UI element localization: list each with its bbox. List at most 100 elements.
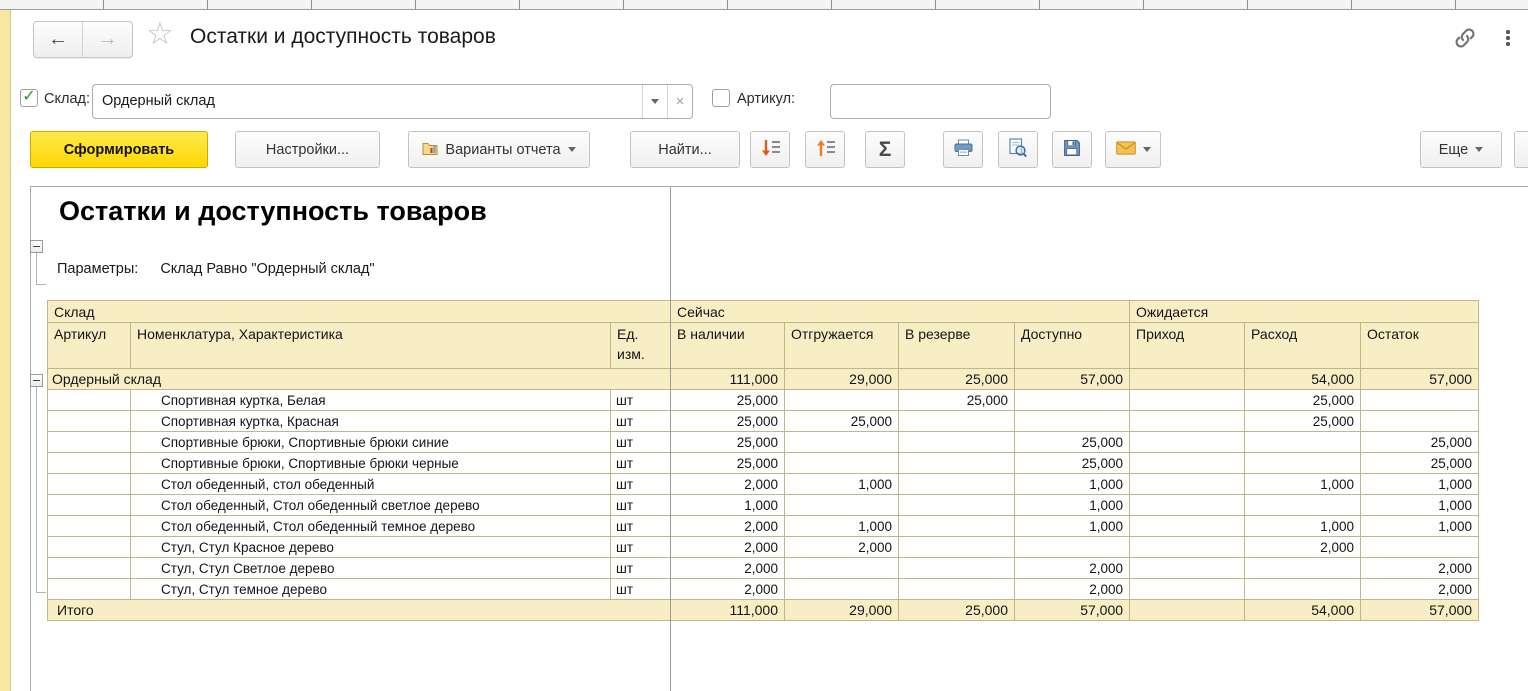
column-freeze-line[interactable] (670, 187, 671, 691)
row-7-value-3[interactable] (1015, 537, 1130, 558)
row-1-value-6[interactable] (1361, 411, 1479, 432)
row-6-value-5[interactable]: 1,000 (1245, 516, 1361, 537)
cell-article[interactable] (48, 432, 131, 453)
cell-unit[interactable]: шт (611, 432, 671, 453)
row-8-value-6[interactable]: 2,000 (1361, 558, 1479, 579)
column-header-ed-izm[interactable]: Ед. изм. (611, 323, 671, 369)
print-preview-button[interactable] (998, 131, 1038, 168)
row-4-value-1[interactable]: 1,000 (785, 474, 899, 495)
row-8-value-1[interactable] (785, 558, 899, 579)
row-9-value-6[interactable]: 2,000 (1361, 579, 1479, 600)
total-row-value-3[interactable]: 57,000 (1015, 600, 1130, 621)
group-row-value-5[interactable]: 54,000 (1245, 369, 1361, 390)
row-8-value-0[interactable]: 2,000 (671, 558, 785, 579)
get-link-icon[interactable] (1452, 25, 1478, 51)
more-menu-kebab-icon[interactable] (1504, 28, 1512, 48)
total-row-value-4[interactable] (1130, 600, 1245, 621)
cell-nomenclature[interactable]: Спортивные брюки, Спортивные брюки черны… (131, 453, 611, 474)
cell-nomenclature[interactable]: Спортивная куртка, Красная (131, 411, 611, 432)
cell-nomenclature[interactable]: Стол обеденный, Стол обеденный темное де… (131, 516, 611, 537)
cell-unit[interactable]: шт (611, 537, 671, 558)
back-button[interactable]: ← (34, 22, 83, 57)
row-7-value-0[interactable]: 2,000 (671, 537, 785, 558)
row-0-value-6[interactable] (1361, 390, 1479, 411)
row-5-value-1[interactable] (785, 495, 899, 516)
cell-unit[interactable]: шт (611, 474, 671, 495)
cell-unit[interactable]: шт (611, 516, 671, 537)
row-8-value-3[interactable]: 2,000 (1015, 558, 1130, 579)
row-4-value-2[interactable] (899, 474, 1015, 495)
more-button[interactable]: Еще (1420, 131, 1502, 168)
group-row-value-1[interactable]: 29,000 (785, 369, 899, 390)
group-collapse-button[interactable] (30, 374, 43, 387)
cell-nomenclature[interactable]: Стул, Стул Красное дерево (131, 537, 611, 558)
cell-unit[interactable]: шт (611, 495, 671, 516)
row-7-value-5[interactable]: 2,000 (1245, 537, 1361, 558)
row-0-value-0[interactable]: 25,000 (671, 390, 785, 411)
cell-article[interactable] (48, 474, 131, 495)
cell-nomenclature[interactable]: Спортивные брюки, Спортивные брюки синие (131, 432, 611, 453)
row-6-value-4[interactable] (1130, 516, 1245, 537)
row-6-value-0[interactable]: 2,000 (671, 516, 785, 537)
row-0-value-4[interactable] (1130, 390, 1245, 411)
report-variants-button[interactable]: Варианты отчета (408, 131, 590, 168)
row-2-value-1[interactable] (785, 432, 899, 453)
column-group-ozhidaetsya[interactable]: Ожидается (1130, 301, 1479, 323)
cell-nomenclature[interactable]: Стул, Стул темное дерево (131, 579, 611, 600)
column-header-v-nalichii[interactable]: В наличии (671, 323, 785, 369)
row-9-value-4[interactable] (1130, 579, 1245, 600)
column-header-artikul[interactable]: Артикул (48, 323, 131, 369)
row-0-value-1[interactable] (785, 390, 899, 411)
row-3-value-2[interactable] (899, 453, 1015, 474)
row-5-value-5[interactable] (1245, 495, 1361, 516)
row-5-value-0[interactable]: 1,000 (671, 495, 785, 516)
row-2-value-3[interactable]: 25,000 (1015, 432, 1130, 453)
settings-button[interactable]: Настройки... (235, 131, 380, 168)
clipped-edge-button[interactable] (1514, 131, 1528, 168)
row-0-value-2[interactable]: 25,000 (899, 390, 1015, 411)
print-button[interactable] (943, 131, 983, 168)
column-group-seychas[interactable]: Сейчас (671, 301, 1130, 323)
sort-descending-button[interactable] (750, 131, 790, 168)
article-filter-checkbox[interactable] (712, 89, 730, 107)
group-row-value-0[interactable]: 111,000 (671, 369, 785, 390)
column-header-prihod[interactable]: Приход (1130, 323, 1245, 369)
row-3-value-3[interactable]: 25,000 (1015, 453, 1130, 474)
column-header-rashod[interactable]: Расход (1245, 323, 1361, 369)
row-1-value-3[interactable] (1015, 411, 1130, 432)
row-5-value-4[interactable] (1130, 495, 1245, 516)
row-4-value-5[interactable]: 1,000 (1245, 474, 1361, 495)
row-5-value-6[interactable]: 1,000 (1361, 495, 1479, 516)
row-3-value-1[interactable] (785, 453, 899, 474)
total-row-value-0[interactable]: 111,000 (671, 600, 785, 621)
cell-unit[interactable]: шт (611, 579, 671, 600)
group-row-value-2[interactable]: 25,000 (899, 369, 1015, 390)
row-4-value-3[interactable]: 1,000 (1015, 474, 1130, 495)
row-3-value-4[interactable] (1130, 453, 1245, 474)
row-7-value-6[interactable] (1361, 537, 1479, 558)
row-3-value-0[interactable]: 25,000 (671, 453, 785, 474)
row-7-value-2[interactable] (899, 537, 1015, 558)
row-5-value-2[interactable] (899, 495, 1015, 516)
column-header-otgruzhaetsya[interactable]: Отгружается (785, 323, 899, 369)
warehouse-filter-checkbox[interactable]: ✓ (20, 89, 38, 107)
row-8-value-4[interactable] (1130, 558, 1245, 579)
cell-nomenclature[interactable]: Стол обеденный, стол обеденный (131, 474, 611, 495)
group-row-value-3[interactable]: 57,000 (1015, 369, 1130, 390)
row-7-value-1[interactable]: 2,000 (785, 537, 899, 558)
cell-unit[interactable]: шт (611, 453, 671, 474)
total-row-value-2[interactable]: 25,000 (899, 600, 1015, 621)
parameters-collapse-button[interactable] (30, 240, 43, 253)
row-0-value-3[interactable] (1015, 390, 1130, 411)
row-9-value-3[interactable]: 2,000 (1015, 579, 1130, 600)
row-1-value-5[interactable]: 25,000 (1245, 411, 1361, 432)
favorite-star-icon[interactable]: ☆ (146, 18, 174, 49)
group-row-label[interactable]: Ордерный склад (48, 369, 671, 390)
row-9-value-5[interactable] (1245, 579, 1361, 600)
group-row-value-6[interactable]: 57,000 (1361, 369, 1479, 390)
row-2-value-2[interactable] (899, 432, 1015, 453)
row-2-value-6[interactable]: 25,000 (1361, 432, 1479, 453)
row-0-value-5[interactable]: 25,000 (1245, 390, 1361, 411)
warehouse-input[interactable]: Ордерный склад × (92, 84, 693, 119)
row-2-value-4[interactable] (1130, 432, 1245, 453)
